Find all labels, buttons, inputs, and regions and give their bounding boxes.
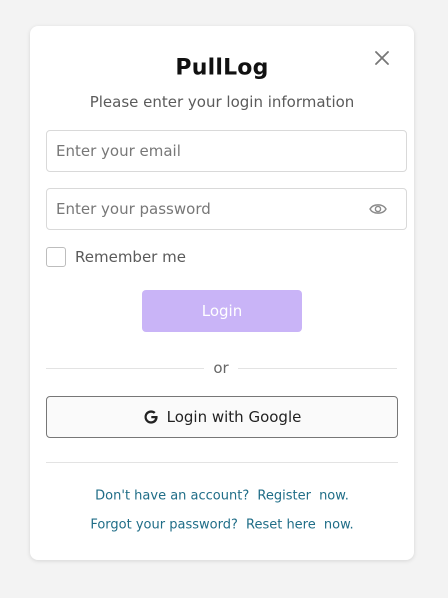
remember-me-checkbox[interactable] — [46, 247, 66, 267]
login-dialog: PullLog Please enter your login informat… — [30, 26, 414, 560]
register-row: Don't have an account? Register now. — [30, 489, 414, 504]
close-icon[interactable] — [374, 50, 390, 66]
reset-link[interactable]: Reset here — [246, 518, 316, 533]
register-suffix: now. — [319, 488, 349, 504]
eye-icon[interactable] — [369, 201, 387, 217]
register-link[interactable]: Register — [257, 489, 311, 504]
footer-divider — [46, 462, 398, 463]
divider-left — [46, 368, 204, 369]
reset-suffix: now. — [323, 517, 354, 533]
app-title: PullLog — [175, 55, 269, 81]
google-icon — [144, 410, 158, 424]
password-input[interactable] — [46, 188, 407, 230]
register-prompt: Don't have an account? — [95, 488, 250, 504]
or-separator: or — [213, 359, 229, 377]
forgot-prompt: Forgot your password? — [90, 517, 238, 533]
reset-row: Forgot your password? Reset here now. — [30, 518, 414, 533]
login-button[interactable]: Login — [142, 290, 302, 332]
divider-right — [238, 368, 397, 369]
email-input[interactable] — [46, 130, 407, 172]
remember-me-label: Remember me — [75, 248, 186, 266]
google-login-button[interactable]: Login with Google — [46, 396, 398, 438]
remember-me-toggle[interactable]: Remember me — [46, 247, 186, 267]
login-subtitle: Please enter your login information — [89, 93, 355, 111]
google-login-label: Login with Google — [166, 408, 302, 426]
